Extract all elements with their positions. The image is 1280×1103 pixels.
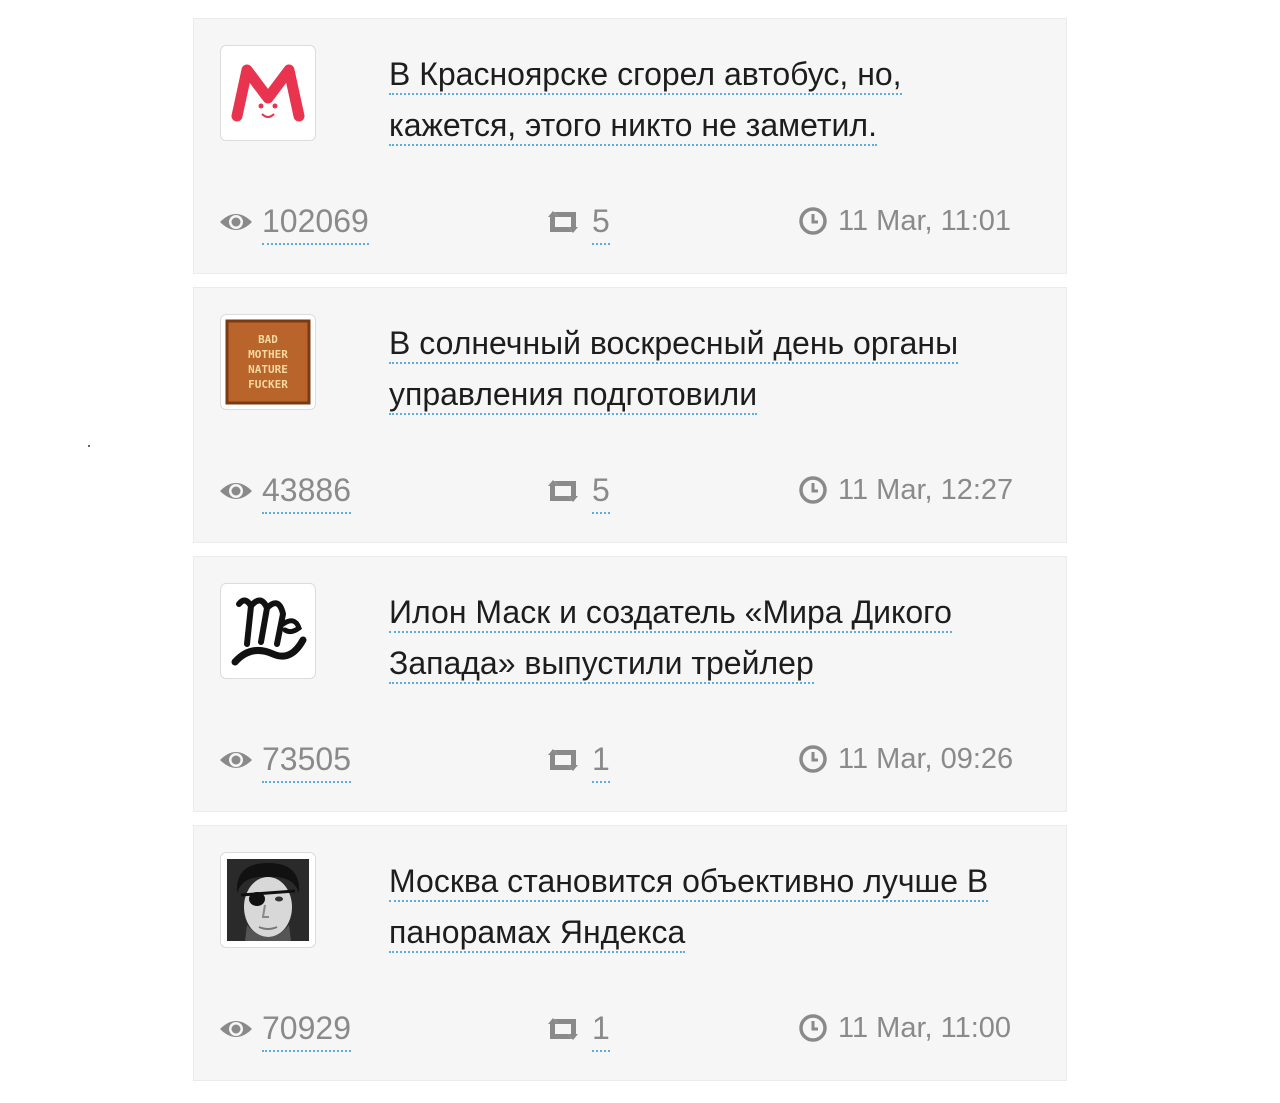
post-card: Илон Маск и создатель «Мира Дикого Запад…: [193, 556, 1067, 812]
post-time: 11 Mar, 09:26: [798, 737, 1013, 781]
post-feed: В Красноярске сгорел автобус, но, кажетс…: [193, 18, 1067, 1094]
clock-icon: [799, 476, 827, 504]
timestamp: 11 Mar, 12:27: [838, 474, 1014, 506]
post-title-link[interactable]: В Красноярске сгорел автобус, но, кажетс…: [389, 56, 902, 146]
bad-mother-nature-poster-icon: BAD MOTHER NATURE FUCKER: [225, 319, 311, 405]
post-title-link[interactable]: Илон Маск и создатель «Мира Дикого Запад…: [389, 594, 952, 684]
clock-icon: [799, 745, 827, 773]
post-card: В Красноярске сгорел автобус, но, кажетс…: [193, 18, 1067, 274]
repost-count[interactable]: 5: [592, 199, 610, 245]
svg-text:NATURE: NATURE: [248, 363, 288, 376]
post-title: В солнечный воскресный день органы управ…: [389, 318, 1009, 420]
repost-icon: [548, 211, 578, 233]
avatar[interactable]: [220, 583, 316, 679]
post-title-link[interactable]: В солнечный воскресный день органы управ…: [389, 325, 959, 415]
post-meta: 70929 1 11 Mar, 11:00: [218, 1006, 1018, 1056]
timestamp: 11 Mar, 11:00: [838, 1012, 1012, 1044]
svg-text:BAD: BAD: [258, 333, 278, 346]
avatar[interactable]: [220, 852, 316, 948]
views-count[interactable]: 43886: [262, 468, 351, 514]
stray-dot: [88, 445, 90, 447]
post-title: В Красноярске сгорел автобус, но, кажетс…: [389, 49, 1009, 151]
repost-count[interactable]: 5: [592, 468, 610, 514]
svg-text:MOTHER: MOTHER: [248, 348, 288, 361]
post-title: Москва становится объективно лучше В пан…: [389, 856, 1009, 958]
repost-counter: 1: [544, 1006, 610, 1052]
timestamp: 11 Mar, 11:01: [838, 205, 1012, 237]
clock-icon: [799, 1014, 827, 1042]
post-card: BAD MOTHER NATURE FUCKER В солнечный вос…: [193, 287, 1067, 543]
eye-icon: [220, 1021, 252, 1037]
repost-count[interactable]: 1: [592, 1006, 610, 1052]
timestamp: 11 Mar, 09:26: [838, 743, 1014, 775]
post-title: Илон Маск и создатель «Мира Дикого Запад…: [389, 587, 1009, 689]
post-title-link[interactable]: Москва становится объективно лучше В пан…: [389, 863, 989, 953]
post-meta: 73505 1 11 Mar, 09:26: [218, 737, 1018, 787]
repost-counter: 5: [544, 199, 610, 245]
eye-icon: [220, 214, 252, 230]
svg-text:FUCKER: FUCKER: [248, 378, 288, 391]
views-counter: 70929: [218, 1006, 351, 1052]
avatar[interactable]: [220, 45, 316, 141]
repost-counter: 5: [544, 468, 610, 514]
post-time: 11 Mar, 12:27: [798, 468, 1013, 512]
views-counter: 73505: [218, 737, 351, 783]
views-count[interactable]: 70929: [262, 1006, 351, 1052]
post-time: 11 Mar, 11:01: [798, 199, 1011, 243]
mak-script-logo-icon: [231, 597, 307, 666]
views-counter: 102069: [218, 199, 369, 245]
post-time: 11 Mar, 11:00: [798, 1006, 1011, 1050]
eye-icon: [220, 483, 252, 499]
avatar[interactable]: BAD MOTHER NATURE FUCKER: [220, 314, 316, 410]
meduza-logo-icon: [231, 64, 305, 122]
repost-counter: 1: [544, 737, 610, 783]
eye-icon: [220, 752, 252, 768]
post-meta: 102069 5 11 Mar, 11:01: [218, 199, 1018, 249]
views-count[interactable]: 102069: [262, 199, 369, 245]
post-card: Москва становится объективно лучше В пан…: [193, 825, 1067, 1081]
views-count[interactable]: 73505: [262, 737, 351, 783]
repost-icon: [548, 1018, 578, 1040]
clock-icon: [799, 207, 827, 235]
repost-icon: [548, 480, 578, 502]
post-meta: 43886 5 11 Mar, 12:27: [218, 468, 1018, 518]
repost-icon: [548, 749, 578, 771]
views-counter: 43886: [218, 468, 351, 514]
user-photo-eyepatch-icon: [227, 859, 309, 941]
repost-count[interactable]: 1: [592, 737, 610, 783]
